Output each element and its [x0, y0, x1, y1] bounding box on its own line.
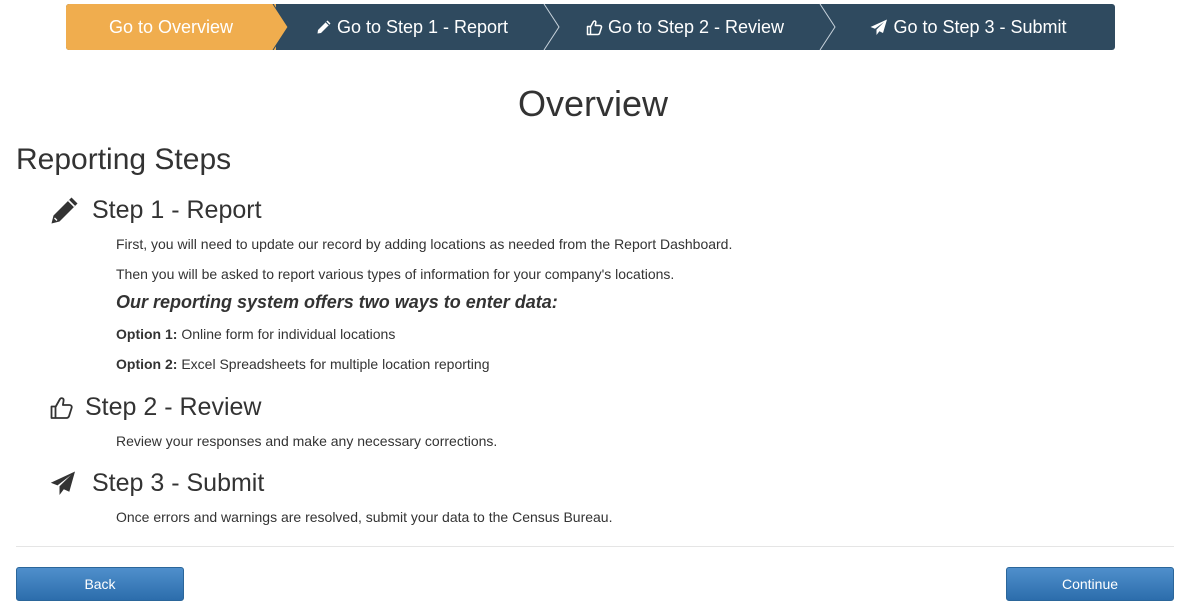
section-title: Reporting Steps — [16, 143, 232, 176]
step-3-line-1: Once errors and warnings are resolved, s… — [116, 509, 613, 525]
step-2-title: Step 2 - Review — [85, 393, 262, 421]
paper-plane-icon — [50, 471, 80, 496]
divider — [16, 546, 1174, 547]
pencil-icon — [50, 196, 80, 225]
thumbs-up-icon — [586, 19, 603, 36]
tab-step-3-label: Go to Step 3 - Submit — [893, 16, 1067, 37]
step-3-heading: Step 3 - Submit — [50, 469, 264, 498]
thumbs-up-icon — [50, 396, 74, 420]
option-1: Option 1: Online form for individual loc… — [116, 326, 395, 342]
option-2: Option 2: Excel Spreadsheets for multipl… — [116, 356, 490, 372]
back-button[interactable]: Back — [16, 567, 184, 601]
tab-step-3-submit[interactable]: Go to Step 3 - Submit — [822, 4, 1115, 50]
tab-step-1-label: Go to Step 1 - Report — [336, 16, 509, 37]
continue-button[interactable]: Continue — [1006, 567, 1174, 601]
option-1-text: Online form for individual locations — [177, 326, 396, 342]
step-2-line-1: Review your responses and make any neces… — [116, 433, 498, 449]
step-1-emphasis: Our reporting system offers two ways to … — [116, 292, 558, 312]
tab-overview[interactable]: Go to Overview — [66, 4, 276, 50]
step-3-title: Step 3 - Submit — [92, 469, 265, 497]
paper-plane-icon — [870, 19, 888, 36]
step-1-line-1: First, you will need to update our recor… — [116, 236, 733, 252]
option-1-label: Option 1: — [116, 326, 178, 342]
step-1-heading: Step 1 - Report — [50, 196, 262, 225]
step-1-title: Step 1 - Report — [92, 196, 262, 224]
tab-step-2-label: Go to Step 2 - Review — [607, 16, 785, 37]
option-2-label: Option 2: — [116, 356, 178, 372]
option-2-text: Excel Spreadsheets for multiple location… — [177, 356, 490, 372]
tab-overview-label: Go to Overview — [108, 16, 234, 37]
wizard-nav: Go to Overview Go to Step 1 - Report Go … — [66, 4, 1115, 50]
tab-step-2-review[interactable]: Go to Step 2 - Review — [548, 4, 822, 50]
step-1-line-2: Then you will be asked to report various… — [116, 266, 675, 282]
tab-step-1-report[interactable]: Go to Step 1 - Report — [276, 4, 548, 50]
step-2-heading: Step 2 - Review — [50, 393, 261, 422]
pencil-icon — [316, 19, 332, 35]
page-title: Overview — [517, 83, 669, 124]
